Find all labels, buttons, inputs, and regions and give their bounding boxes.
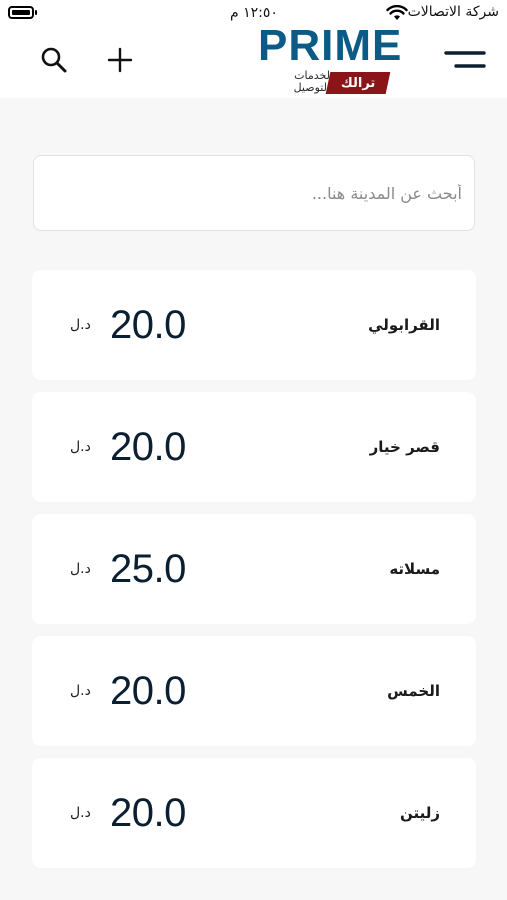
city-name: زليتن: [399, 804, 440, 822]
city-price: 25.0: [110, 546, 186, 591]
city-card[interactable]: زليتن 20.0 د.ل: [32, 758, 476, 868]
city-name: قصر خيار: [369, 438, 440, 456]
status-time: ١٢:٥٠ م: [230, 5, 278, 21]
menu-button[interactable]: [442, 40, 488, 80]
battery-icon: [8, 6, 34, 19]
city-name: الخمس: [387, 682, 440, 700]
wifi-icon: [386, 5, 408, 20]
currency-label: د.ل: [70, 561, 91, 577]
search-button[interactable]: [34, 40, 74, 80]
city-price: 20.0: [110, 424, 186, 469]
city-price: 20.0: [110, 790, 186, 835]
city-name: مسلاته: [389, 560, 440, 578]
currency-label: د.ل: [70, 683, 91, 699]
city-search-input[interactable]: [48, 156, 464, 230]
app-header: PRIME لخدمات التوصيل ترالك: [0, 24, 507, 98]
battery-tip: [35, 10, 37, 15]
city-search-box: [33, 155, 475, 231]
menu-icon: [444, 51, 486, 68]
logo-badge-text: ترالك: [340, 75, 376, 91]
city-card[interactable]: الخمس 20.0 د.ل: [32, 636, 476, 746]
city-card[interactable]: القرابولي 20.0 د.ل: [32, 270, 476, 380]
search-icon: [41, 47, 67, 73]
logo-badge: ترالك: [325, 72, 391, 94]
logo-tagline: لخدمات التوصيل: [293, 69, 330, 94]
currency-label: د.ل: [70, 439, 91, 455]
city-price: 20.0: [110, 302, 186, 347]
city-card[interactable]: مسلاته 25.0 د.ل: [32, 514, 476, 624]
prime-logo: PRIME لخدمات التوصيل ترالك: [258, 24, 401, 94]
currency-label: د.ل: [70, 317, 91, 333]
carrier-name: شركة الاتصالات: [407, 4, 499, 20]
add-button[interactable]: [100, 40, 140, 80]
currency-label: د.ل: [70, 805, 91, 821]
logo-wordmark: PRIME: [258, 21, 403, 70]
city-card[interactable]: قصر خيار 20.0 د.ل: [32, 392, 476, 502]
plus-icon: [107, 47, 133, 73]
city-price: 20.0: [110, 668, 186, 713]
city-name: القرابولي: [368, 316, 440, 334]
status-bar: ١٢:٥٠ م شركة الاتصالات: [0, 0, 507, 28]
